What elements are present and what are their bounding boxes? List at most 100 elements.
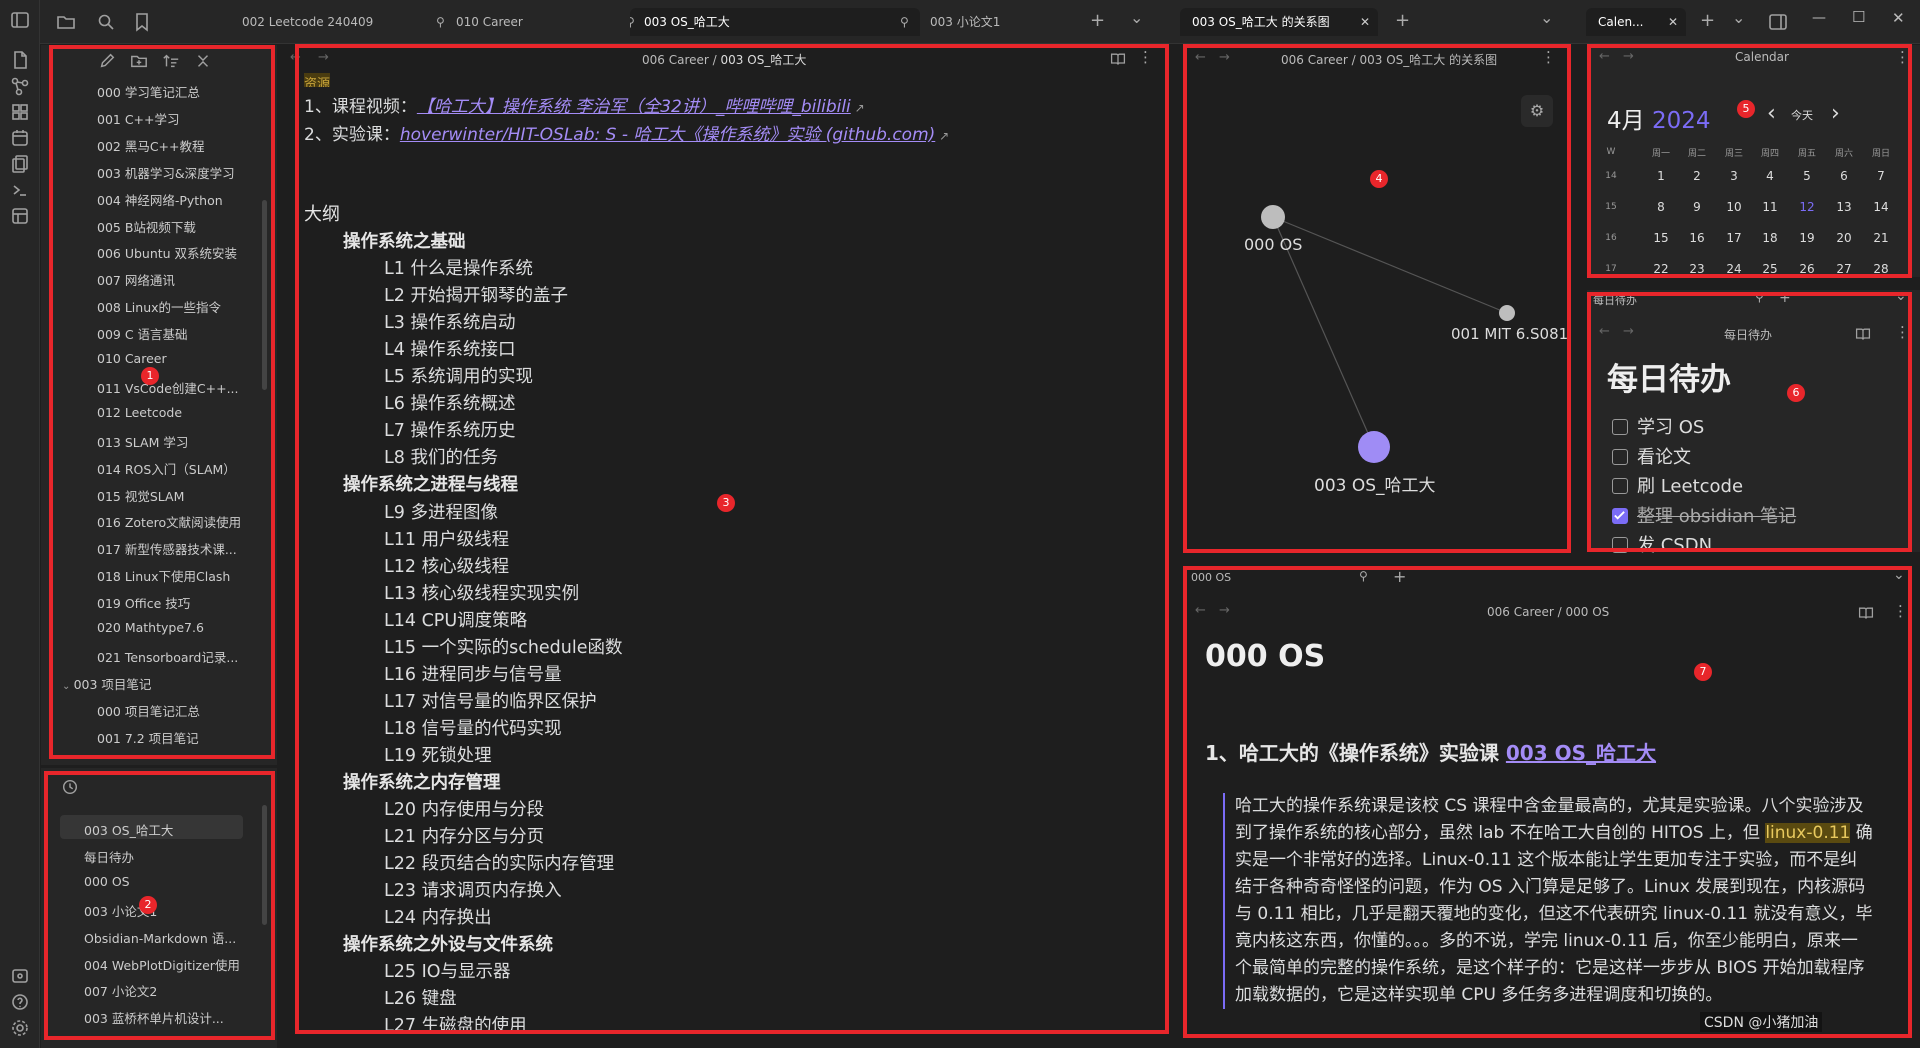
file-item[interactable]: 007 网络通讯 (97, 270, 175, 289)
todo-item[interactable]: 看论文 (1612, 443, 1691, 469)
new-tab-button[interactable]: + (1395, 10, 1410, 31)
outline-item[interactable]: L18 信号量的代码实现 (384, 715, 562, 740)
calendar-day[interactable]: 2 (1682, 169, 1712, 183)
calendar-day[interactable]: 7 (1866, 169, 1896, 183)
file-item[interactable]: 001 C++学习 (97, 109, 180, 128)
bookmark-icon[interactable] (132, 12, 152, 32)
prev-month-icon[interactable]: ‹ (1767, 101, 1776, 126)
file-item[interactable]: 004 神经网络-Python (97, 190, 223, 209)
outline-item[interactable]: L16 进程同步与信号量 (384, 661, 562, 686)
pin-icon[interactable]: ⚲ (1359, 569, 1368, 583)
calendar-day[interactable]: 23 (1682, 262, 1712, 276)
outline-item[interactable]: 操作系统之内存管理 (343, 769, 501, 794)
calendar-day[interactable]: 27 (1829, 262, 1859, 276)
todo-item[interactable]: 整理 obsidian 笔记 (1612, 502, 1796, 528)
recent-item[interactable]: 003 蓝桥杯单片机设计... (84, 1008, 224, 1027)
file-item[interactable]: 016 Zotero文献阅读使用 (97, 512, 241, 531)
next-month-icon[interactable]: › (1831, 101, 1840, 126)
checkbox[interactable] (1612, 507, 1628, 524)
file-item[interactable]: 021 Tensorboard记录... (97, 647, 238, 666)
file-item[interactable]: 019 Office 技巧 (97, 593, 190, 612)
outline-item[interactable]: L9 多进程图像 (384, 499, 498, 524)
forward-arrow-icon[interactable]: → (1623, 324, 1634, 339)
outline-item[interactable]: L8 我们的任务 (384, 444, 498, 469)
graph-node[interactable] (1261, 205, 1285, 229)
breadcrumb-file[interactable]: 000 OS (1566, 605, 1610, 619)
recent-item[interactable]: 003 OS_哈工大 (84, 820, 173, 839)
calendar-day[interactable]: 6 (1829, 169, 1859, 183)
breadcrumb-file[interactable]: 每日待办 (1724, 326, 1772, 343)
calendar-day[interactable]: 3 (1719, 169, 1749, 183)
outline-item[interactable]: L25 IO与显示器 (384, 958, 511, 983)
recent-item[interactable]: 000 OS (84, 874, 130, 889)
outline-item[interactable]: L15 一个实际的schedule函数 (384, 634, 623, 659)
layout-icon[interactable] (10, 206, 30, 226)
new-tab-button[interactable]: + (1090, 10, 1105, 31)
pin-icon[interactable]: ⚲ (1755, 290, 1764, 304)
file-explorer-icon[interactable] (10, 50, 30, 70)
back-arrow-icon[interactable]: ← (1195, 603, 1206, 618)
file-item[interactable]: 010 Career (97, 351, 167, 366)
terminal-icon[interactable] (10, 180, 30, 200)
tab-paper[interactable]: 003 小论文1 (918, 8, 1118, 36)
recent-item[interactable]: Obsidian-Markdown 语... (84, 928, 236, 947)
file-item[interactable]: 013 SLAM 学习 (97, 432, 188, 451)
outline-item[interactable]: L23 请求调页内存换入 (384, 877, 562, 902)
calendar-day[interactable]: 4 (1755, 169, 1785, 183)
tab-graph[interactable]: 003 OS_哈工大 的关系图 ✕ (1180, 8, 1378, 36)
calendar-day[interactable]: 17 (1719, 231, 1749, 245)
reading-view-icon[interactable] (1858, 605, 1874, 621)
scrollbar[interactable] (262, 200, 267, 390)
outline-item[interactable]: L7 操作系统历史 (384, 417, 515, 442)
close-icon[interactable]: ✕ (1360, 8, 1370, 36)
help-icon[interactable] (10, 992, 30, 1012)
new-note-icon[interactable] (98, 52, 116, 70)
calendar-day[interactable]: 28 (1866, 262, 1896, 276)
back-arrow-icon[interactable]: ← (1599, 49, 1610, 64)
outline-item[interactable]: L24 内存换出 (384, 904, 492, 929)
checkbox[interactable] (1612, 419, 1628, 435)
outline-item[interactable]: L5 系统调用的实现 (384, 363, 533, 388)
calendar-day[interactable]: 19 (1792, 231, 1822, 245)
calendar-day[interactable]: 22 (1646, 262, 1676, 276)
calendar-day[interactable]: 15 (1646, 231, 1676, 245)
clock-icon[interactable] (61, 778, 79, 796)
graph-node[interactable] (1499, 305, 1515, 321)
tab-list-button[interactable]: ⌄ (1893, 567, 1905, 583)
internal-link[interactable]: 003 OS_哈工大 (1506, 741, 1656, 765)
folder-icon[interactable] (56, 12, 76, 32)
todo-item[interactable]: 发 CSDN (1612, 531, 1712, 557)
templates-icon[interactable] (10, 154, 30, 174)
calendar-day[interactable]: 16 (1682, 231, 1712, 245)
tab-list-button[interactable]: ⌄ (1895, 288, 1907, 304)
outline-item[interactable]: 操作系统之进程与线程 (343, 471, 518, 496)
bilibili-link[interactable]: 【哈工大】操作系统 李治军（全32讲）_哔哩哔哩_bilibili (417, 97, 851, 117)
today-button[interactable]: 今天 (1791, 107, 1813, 123)
new-tab-button[interactable]: + (1393, 567, 1406, 586)
outline-item[interactable]: L3 操作系统启动 (384, 309, 515, 334)
file-item[interactable]: 000 学习笔记汇总 (97, 82, 200, 101)
file-item[interactable]: 018 Linux下使用Clash (97, 566, 230, 585)
file-item[interactable]: 001 7.2 项目笔记 (97, 728, 199, 747)
file-item[interactable]: 008 Linux的一些指令 (97, 297, 221, 316)
forward-arrow-icon[interactable]: → (1623, 49, 1634, 64)
calendar-day[interactable]: 8 (1646, 200, 1676, 214)
scrollbar[interactable] (262, 805, 267, 925)
outline-item[interactable]: L26 键盘 (384, 985, 457, 1010)
breadcrumb-file[interactable]: 003 OS_哈工大 (721, 53, 807, 67)
calendar-day[interactable]: 26 (1792, 262, 1822, 276)
right-sidebar-toggle-icon[interactable] (1768, 12, 1788, 32)
forward-arrow-icon[interactable]: → (1219, 603, 1230, 618)
settings-icon[interactable] (10, 1018, 30, 1038)
note-tab-label[interactable]: 000 OS (1191, 571, 1231, 584)
file-item[interactable]: 002 黑马C++教程 (97, 136, 205, 155)
calendar-day[interactable]: 1 (1646, 169, 1676, 183)
tab-career[interactable]: ⚲ 010 Career (430, 8, 630, 36)
outline-item[interactable]: L14 CPU调度策略 (384, 607, 527, 632)
tab-calendar[interactable]: Calen... ✕ (1586, 8, 1686, 36)
collapse-all-icon[interactable] (194, 52, 212, 70)
outline-item[interactable]: L11 用户级线程 (384, 526, 509, 551)
vault-switch-icon[interactable] (10, 966, 30, 986)
outline-item[interactable]: L22 段页结合的实际内存管理 (384, 850, 614, 875)
calendar-day[interactable]: 24 (1719, 262, 1749, 276)
